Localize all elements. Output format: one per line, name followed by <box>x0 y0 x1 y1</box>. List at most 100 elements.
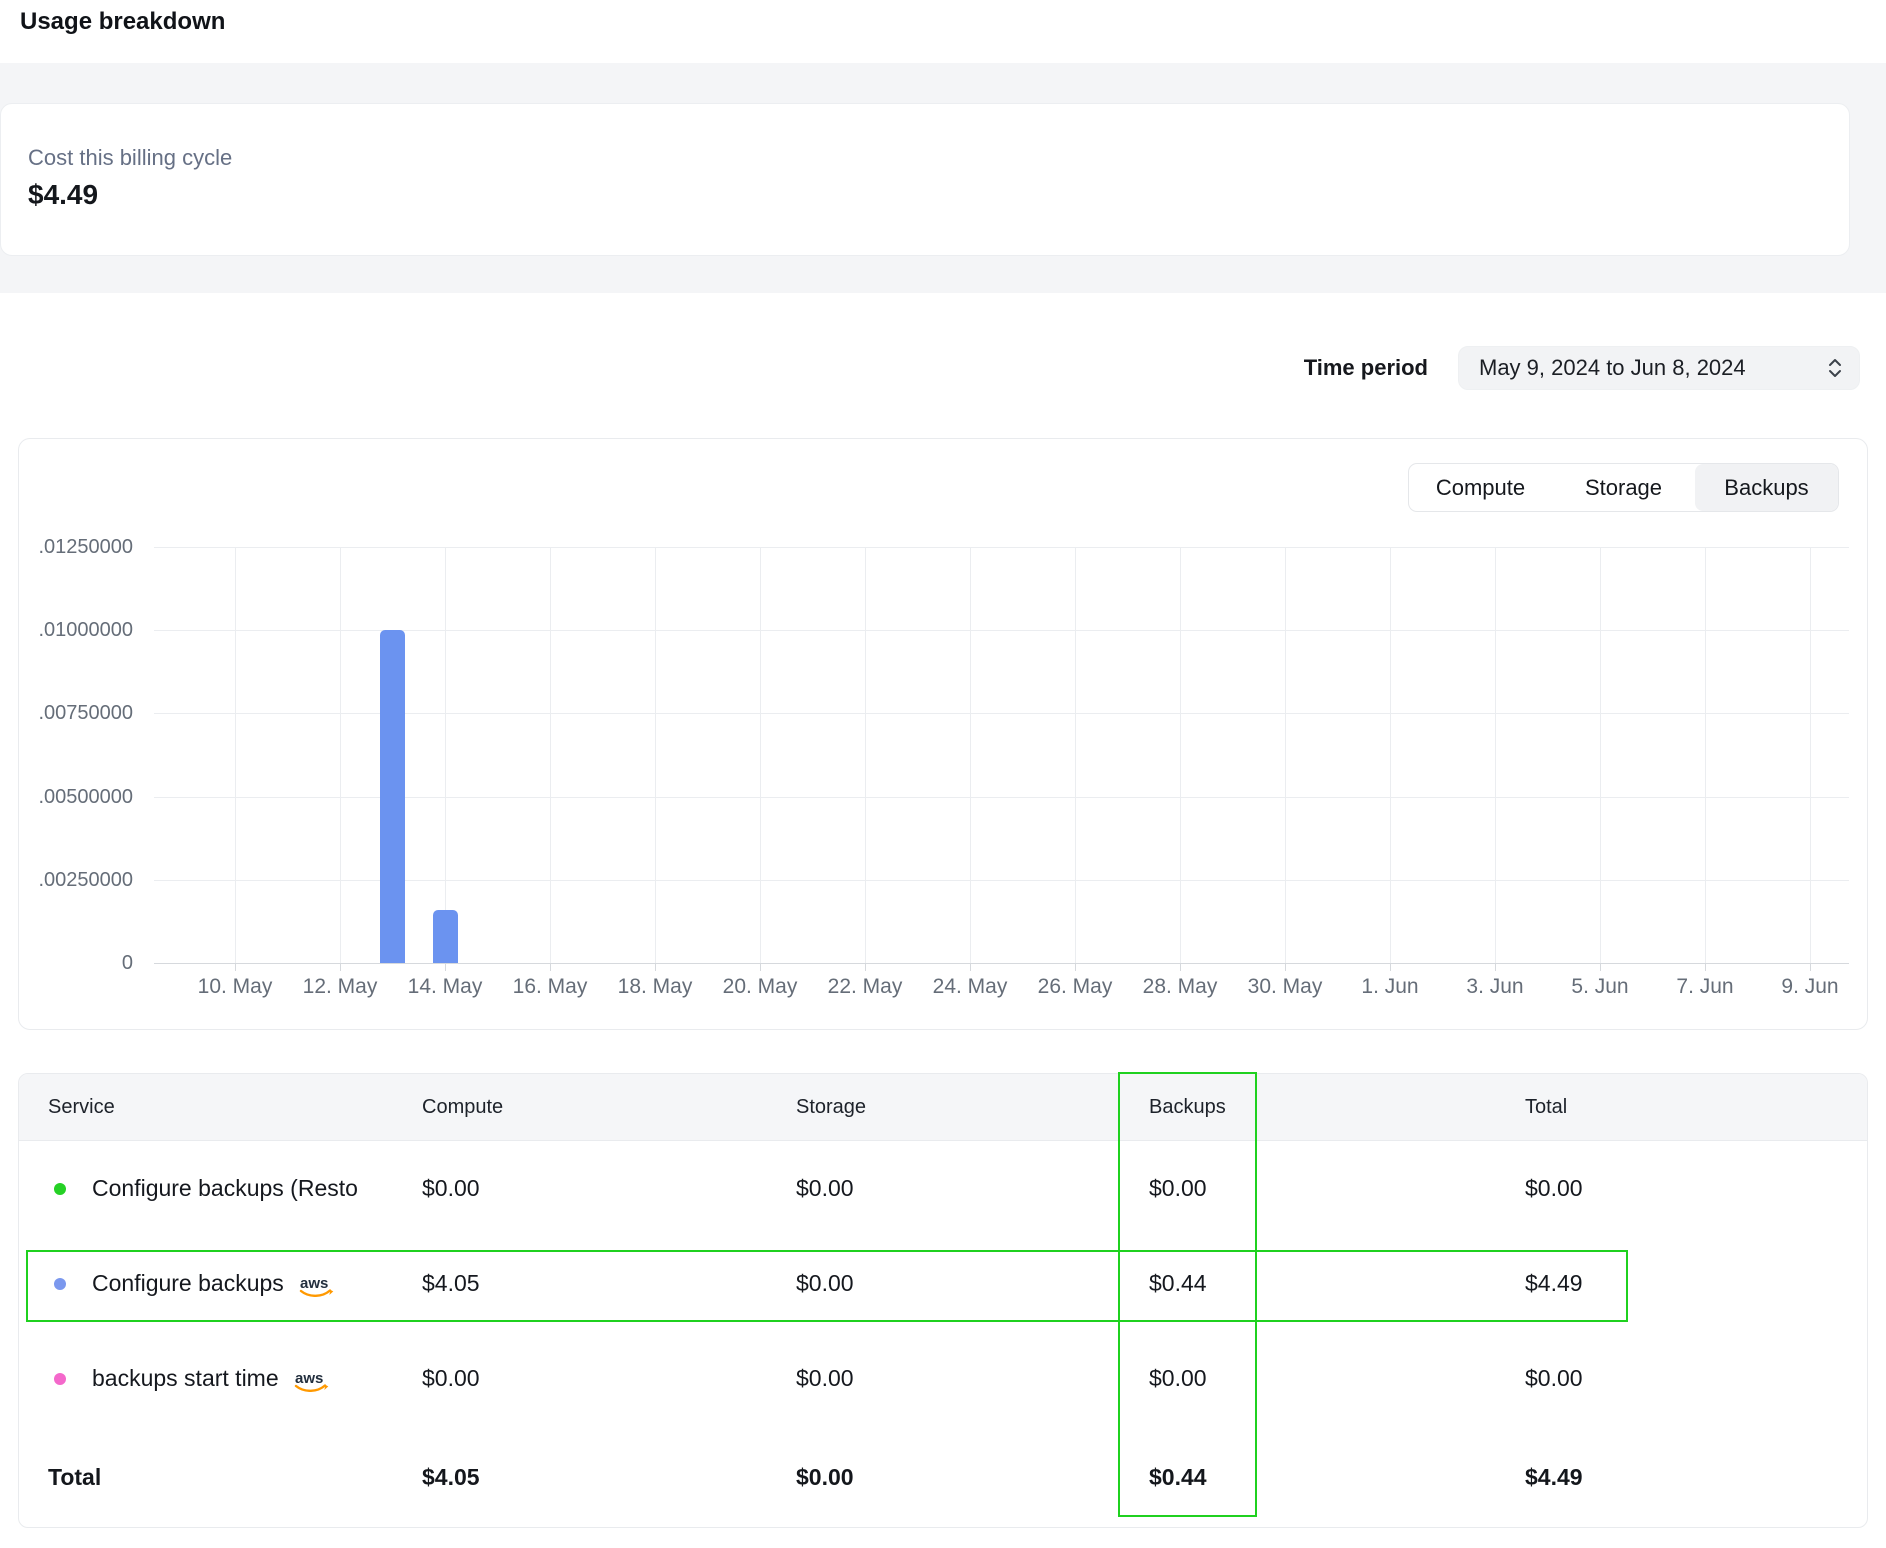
y-axis-tick-label: .00250000 <box>19 870 133 890</box>
x-gridline <box>1495 547 1496 963</box>
x-axis-tick <box>970 963 971 971</box>
y-axis-tick-label: .00500000 <box>19 787 133 807</box>
cost-cycle-label: Cost this billing cycle <box>28 144 1822 172</box>
x-gridline <box>1180 547 1181 963</box>
table-total-row: Total $4.05 $0.00 $0.44 $4.49 <box>19 1426 1867 1528</box>
service-cell: backups start time aws <box>48 1365 422 1392</box>
x-axis-tick <box>1075 963 1076 971</box>
column-header-total: Total <box>1525 1096 1867 1119</box>
time-period-row: Time period May 9, 2024 to Jun 8, 2024 <box>0 346 1860 390</box>
x-gridline <box>340 547 341 963</box>
table-row: backups start time aws $0.00 $0.00 $0.00… <box>19 1331 1867 1426</box>
compute-value: $0.00 <box>422 1175 796 1202</box>
column-header-backups: Backups <box>1149 1096 1525 1119</box>
storage-value: $0.00 <box>796 1175 1149 1202</box>
x-axis-tick-label: 1. Jun <box>1361 975 1418 999</box>
x-gridline <box>235 547 236 963</box>
column-header-compute: Compute <box>422 1096 796 1119</box>
x-axis-tick-label: 24. May <box>933 975 1008 999</box>
y-gridline <box>154 797 1849 798</box>
table-header-row: Service Compute Storage Backups Total <box>19 1074 1867 1141</box>
time-period-select[interactable]: May 9, 2024 to Jun 8, 2024 <box>1458 346 1860 390</box>
x-gridline <box>655 547 656 963</box>
usage-bar[interactable] <box>433 910 458 963</box>
time-period-value: May 9, 2024 to Jun 8, 2024 <box>1479 355 1746 381</box>
x-gridline <box>970 547 971 963</box>
service-name: Configure backups (Resto <box>92 1175 358 1202</box>
y-gridline <box>154 713 1849 714</box>
x-gridline <box>1285 547 1286 963</box>
x-axis-tick-label: 16. May <box>513 975 588 999</box>
column-header-storage: Storage <box>796 1096 1149 1119</box>
x-gridline <box>1810 547 1811 963</box>
cost-summary-card: Cost this billing cycle $4.49 <box>0 103 1850 256</box>
summary-section: Cost this billing cycle $4.49 <box>0 63 1886 293</box>
x-axis-tick <box>865 963 866 971</box>
x-axis-tick <box>655 963 656 971</box>
x-axis-tick <box>1285 963 1286 971</box>
x-axis-tick <box>340 963 341 971</box>
x-axis-tick-label: 14. May <box>408 975 483 999</box>
usage-chart-card: Compute Storage Backups .01250000 .010000… <box>18 438 1868 1030</box>
x-gridline <box>445 547 446 963</box>
x-axis-tick-label: 5. Jun <box>1571 975 1628 999</box>
total-storage-value: $0.00 <box>796 1464 1149 1491</box>
tab-storage[interactable]: Storage <box>1552 464 1695 511</box>
y-axis-tick-label: 0 <box>19 953 133 973</box>
x-axis-tick-label: 12. May <box>303 975 378 999</box>
total-value: $0.00 <box>1525 1365 1867 1392</box>
x-axis-tick-label: 22. May <box>828 975 903 999</box>
table-row: Configure backups (Resto $0.00 $0.00 $0.… <box>19 1141 1867 1236</box>
y-axis-tick-label: .00750000 <box>19 703 133 723</box>
y-gridline <box>154 547 1849 548</box>
svg-text:aws: aws <box>300 1275 328 1292</box>
compute-value: $0.00 <box>422 1365 796 1392</box>
x-gridline <box>760 547 761 963</box>
x-axis-tick-label: 20. May <box>723 975 798 999</box>
cost-cycle-value: $4.49 <box>28 178 1822 212</box>
usage-breakdown-page: Usage breakdown Cost this billing cycle … <box>0 0 1886 1548</box>
backups-value: $0.00 <box>1149 1175 1525 1202</box>
time-period-label: Time period <box>1304 355 1428 381</box>
x-gridline <box>1075 547 1076 963</box>
chart-metric-tabs: Compute Storage Backups <box>1408 463 1839 512</box>
aws-logo: aws <box>298 1274 336 1298</box>
page-title: Usage breakdown <box>20 6 225 38</box>
storage-value: $0.00 <box>796 1365 1149 1392</box>
x-axis-tick-label: 28. May <box>1143 975 1218 999</box>
tab-backups[interactable]: Backups <box>1695 464 1838 511</box>
x-gridline <box>1390 547 1391 963</box>
total-compute-value: $4.05 <box>422 1464 796 1491</box>
y-axis-tick-label: .01250000 <box>19 537 133 557</box>
total-total-value: $4.49 <box>1525 1464 1867 1491</box>
x-axis-tick <box>235 963 236 971</box>
service-cell: Configure backups aws <box>48 1270 422 1297</box>
updown-chevron-icon <box>1827 356 1843 380</box>
backups-value: $0.00 <box>1149 1365 1525 1392</box>
x-axis-tick-label: 3. Jun <box>1466 975 1523 999</box>
x-axis-tick-label: 18. May <box>618 975 693 999</box>
x-axis-tick-label: 7. Jun <box>1676 975 1733 999</box>
y-gridline <box>154 630 1849 631</box>
x-axis-tick <box>760 963 761 971</box>
x-gridline <box>865 547 866 963</box>
x-axis-tick-label: 26. May <box>1038 975 1113 999</box>
backups-value: $0.44 <box>1149 1270 1525 1297</box>
service-name: backups start time <box>92 1365 279 1392</box>
x-axis-tick <box>1495 963 1496 971</box>
x-gridline <box>1600 547 1601 963</box>
y-axis-tick-label: .01000000 <box>19 620 133 640</box>
service-name: Configure backups <box>92 1270 284 1297</box>
usage-bar[interactable] <box>380 630 405 963</box>
total-value: $0.00 <box>1525 1175 1867 1202</box>
svg-text:aws: aws <box>295 1370 323 1387</box>
x-gridline <box>1705 547 1706 963</box>
x-axis-tick <box>1600 963 1601 971</box>
tab-compute[interactable]: Compute <box>1409 464 1552 511</box>
x-axis-tick <box>445 963 446 971</box>
compute-value: $4.05 <box>422 1270 796 1297</box>
series-dot-green <box>54 1183 66 1195</box>
y-gridline <box>154 963 1849 964</box>
series-dot-pink <box>54 1373 66 1385</box>
x-axis-tick <box>1180 963 1181 971</box>
